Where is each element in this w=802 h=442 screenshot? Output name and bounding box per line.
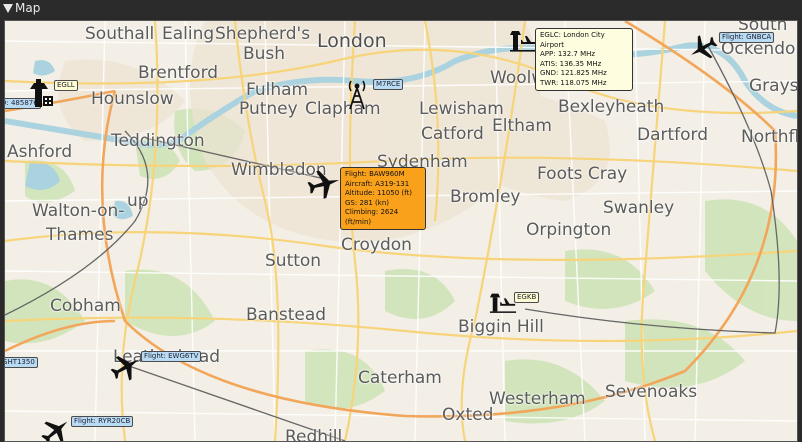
tag-ryr20cb[interactable]: Flight: RYR20CB — [71, 416, 134, 427]
place-label: Orpington — [526, 220, 612, 240]
aircraft-icon-ewg6tv[interactable] — [110, 351, 142, 383]
place-label: up — [127, 191, 149, 211]
tag-ewg6tv[interactable]: Flight: EWG6TV — [141, 351, 202, 362]
egkb-airport-icon[interactable] — [489, 292, 517, 314]
place-label: Catford — [421, 124, 484, 144]
place-label: Thames — [46, 225, 114, 245]
place-label: Ashford — [7, 142, 73, 162]
place-label: Foots Cray — [537, 164, 628, 184]
place-label: Bush — [243, 44, 286, 64]
airport-info-line: ATIS: 136.35 MHz — [540, 59, 602, 68]
tag-gnbca[interactable]: Flight: GNBCA — [719, 32, 775, 43]
place-label: Ealing — [162, 24, 215, 44]
place-label: Westerham — [489, 389, 586, 409]
place-label: Sevenoaks — [605, 382, 698, 402]
flight-info-line: Aircraft: A319-131 — [345, 179, 410, 188]
place-label: Clapham — [305, 99, 381, 119]
map-canvas[interactable]: London Southall Ealing Shepherd's Bush Brentf… — [4, 20, 798, 442]
place-label: Biggin Hill — [458, 317, 544, 337]
place-label: Sutton — [265, 251, 322, 271]
tag-egkb[interactable]: EGKB — [514, 292, 540, 303]
panel-title: Map — [15, 1, 41, 15]
place-label: Fulham — [246, 80, 309, 100]
place-label: Oxted — [442, 405, 494, 425]
tag-m7rce[interactable]: M7RCE — [373, 79, 404, 90]
map-panel-header[interactable]: Map — [0, 0, 802, 17]
flight-info-popup: Flight: BAW960M Aircraft: A319-131 Altit… — [340, 167, 426, 230]
place-label: Bromley — [450, 187, 521, 207]
place-label: Cobham — [50, 296, 121, 316]
place-label: Croydon — [341, 235, 412, 255]
place-label: Walton-on- — [32, 201, 125, 221]
place-label: Teddington — [111, 131, 205, 151]
place-label: Eltham — [492, 116, 552, 136]
airport-info-line: TWR: 118.075 MHz — [540, 78, 607, 87]
flight-info-line: GS: 281 (kn) — [345, 198, 389, 207]
radio-transmitter-icon[interactable] — [346, 78, 368, 110]
place-label: Swanley — [603, 198, 675, 218]
place-label: Grays — [749, 76, 798, 96]
airport-info-line: GND: 121.825 MHz — [540, 69, 607, 77]
flight-info-line: Flight: BAW960M — [345, 170, 405, 178]
airport-tower-icon[interactable] — [24, 79, 54, 109]
place-label: Southall — [85, 24, 155, 44]
tag-sht1350[interactable]: SHT1350 — [5, 357, 38, 368]
aircraft-icon-baw960m[interactable] — [307, 167, 341, 201]
aircraft-icon-ryr20cb[interactable] — [40, 415, 72, 442]
place-label: London — [317, 30, 387, 52]
place-label: Brentford — [138, 63, 219, 83]
place-label: Northfleet — [741, 127, 797, 147]
map-window: Map London Southall Ealing Shepherd's Bu… — [0, 0, 802, 442]
airport-info-popup: EGLC: London City Airport APP: 132.7 MHz… — [535, 28, 633, 91]
aircraft-icon-gnbca[interactable] — [688, 33, 718, 63]
place-label: Banstead — [246, 305, 327, 325]
airport-info-line: EGLC: London City Airport — [540, 31, 605, 49]
place-label: Redhill — [285, 427, 343, 442]
place-label: Caterham — [358, 368, 442, 388]
place-label: Shepherd's — [215, 24, 311, 44]
collapse-arrow-icon[interactable] — [3, 4, 13, 13]
place-label: Hounslow — [91, 89, 174, 109]
flight-info-line: Altitude: 11050 (ft) — [345, 189, 412, 197]
place-label: Dartford — [637, 125, 709, 145]
flight-info-line: Climbing: 2624 (ft/min) — [345, 208, 399, 226]
place-label: Putney — [239, 99, 298, 119]
airport-info-line: APP: 132.7 MHz — [540, 50, 596, 58]
tag-egll[interactable]: EGLL — [54, 80, 78, 91]
place-label: Bexleyheath — [558, 97, 665, 117]
